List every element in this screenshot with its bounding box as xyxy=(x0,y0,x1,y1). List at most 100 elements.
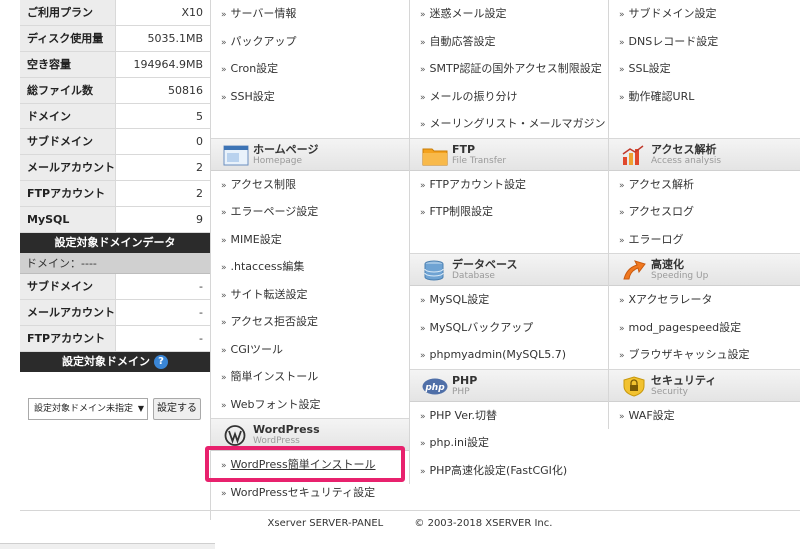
stat-row: FTPアカウント 2 xyxy=(20,181,210,208)
homepage-menu-list: » アクセス制限» エラーページ設定» MIME設定» .htaccess編集» サイト転… xyxy=(211,171,409,419)
menu-link[interactable]: » FTPアカウント設定 xyxy=(410,171,608,199)
menu-link[interactable]: » SMTP認証の国外アクセス制限設定 xyxy=(410,55,608,83)
menu-link[interactable]: » SSL設定 xyxy=(609,55,800,83)
speed-menu-list: » Xアクセラレータ» mod_pagespeed設定» ブラウザキャッシュ設定 xyxy=(609,286,800,369)
folder-icon xyxy=(422,148,448,165)
menu-link-label: エラーログ xyxy=(628,232,684,246)
menu-link-label: アクセス解析 xyxy=(628,177,694,191)
domain-data-table: サブドメイン - メールアカウント - FTPアカウント - xyxy=(20,274,210,352)
section-php: php PHP PHP xyxy=(410,368,608,402)
menu-link[interactable]: » サーバー情報 xyxy=(211,0,409,28)
stat-value: X10 xyxy=(181,6,203,19)
section-database-title: データベース xyxy=(452,258,518,271)
menu-link[interactable]: » サブドメイン設定 xyxy=(609,0,800,28)
menu-link[interactable]: » 簡単インストール xyxy=(211,363,409,391)
php-menu-list: » PHP Ver.切替» php.ini設定» PHP高速化設定(FastCGI化) xyxy=(410,402,608,485)
menu-link[interactable]: » PHP Ver.切替 xyxy=(410,402,608,430)
section-ftp: FTP File Transfer xyxy=(410,137,608,171)
stat-value: - xyxy=(199,280,203,294)
domain-menu-list: » サブドメイン設定» DNSレコード設定» SSL設定» 動作確認URL xyxy=(609,0,800,110)
menu-link[interactable]: » SSH設定 xyxy=(211,83,409,111)
domain-select[interactable]: 設定対象ドメイン未指定 ▼ xyxy=(28,397,148,420)
menu-link[interactable]: » アクセス解析 xyxy=(609,171,800,199)
menu-link[interactable]: » 迷惑メール設定 xyxy=(410,0,608,28)
menu-link-label: 動作確認URL xyxy=(628,89,695,103)
bullet-icon: » xyxy=(619,208,625,218)
section-security: セキュリティ Security xyxy=(609,368,800,402)
menu-link[interactable]: » WAF設定 xyxy=(609,402,800,430)
bullet-icon: » xyxy=(420,439,426,449)
menu-link-label: WordPressセキュリティ設定 xyxy=(230,485,376,499)
bullet-icon: » xyxy=(619,65,625,75)
menu-link-label: Cron設定 xyxy=(230,62,279,75)
menu-link[interactable]: » 自動応答設定 xyxy=(410,28,608,56)
horizontal-scrollbar[interactable] xyxy=(0,543,215,549)
menu-link[interactable]: » mod_pagespeed設定 xyxy=(609,314,800,342)
bullet-icon: » xyxy=(420,351,426,361)
bullet-icon: » xyxy=(221,208,227,218)
bullet-icon: » xyxy=(619,351,625,361)
stat-label: 空き容量 xyxy=(20,51,116,77)
section-ftp-title: FTP xyxy=(452,142,476,156)
menu-link[interactable]: » アクセス拒否設定 xyxy=(211,308,409,336)
bullet-icon: » xyxy=(221,345,227,356)
menu-link-label: phpmyadmin(MySQL5.7) xyxy=(429,348,566,361)
menu-link[interactable]: » Xアクセラレータ xyxy=(609,286,800,314)
bullet-icon: » xyxy=(221,318,227,328)
bullet-icon: » xyxy=(619,411,625,422)
menu-link[interactable]: » PHP高速化設定(FastCGI化) xyxy=(410,457,608,485)
help-icon[interactable]: ? xyxy=(154,354,168,369)
menu-link[interactable]: » サイト転送設定 xyxy=(211,281,409,309)
menu-link[interactable]: » MIME設定 xyxy=(211,226,409,254)
menu-link[interactable]: » MySQL設定 xyxy=(410,286,608,314)
menu-link-label: サーバー情報 xyxy=(230,7,297,20)
database-menu-list: » MySQL設定» MySQLバックアップ» phpmyadmin(MySQL5.7… xyxy=(410,286,608,369)
stat-value: 0 xyxy=(196,135,203,149)
bullet-icon: » xyxy=(221,92,227,103)
menu-link[interactable]: » 動作確認URL xyxy=(609,83,800,111)
section-database: データベース Database xyxy=(410,253,608,286)
footer-brand: Xserver SERVER-PANEL xyxy=(267,518,384,529)
menu-link-label: MIME設定 xyxy=(230,232,282,246)
menu-link[interactable]: » WordPressセキュリティ設定 xyxy=(211,479,409,507)
domain-line: ドメイン：---- xyxy=(20,253,210,275)
bullet-icon: » xyxy=(221,290,227,301)
menu-link[interactable]: » アクセスログ xyxy=(609,198,800,226)
stat-row: ディスク使用量 5035.1MB xyxy=(20,25,210,52)
domain-data-heading: 設定対象ドメインデータ xyxy=(20,233,210,254)
menu-link-label: ブラウザキャッシュ設定 xyxy=(628,348,750,361)
bullet-icon: » xyxy=(619,235,625,246)
stat-label: メールアカウント xyxy=(20,155,116,181)
bullet-icon: » xyxy=(420,37,426,48)
menu-link[interactable]: » Webフォント設定 xyxy=(211,391,409,419)
menu-link[interactable]: » メーリングリスト・メールマガジン xyxy=(410,110,608,138)
menu-link[interactable]: » パックアップ xyxy=(211,28,409,56)
menu-link[interactable]: » php.ini設定 xyxy=(410,429,608,457)
bullet-icon: » xyxy=(221,400,227,411)
menu-link[interactable]: » FTP制限設定 xyxy=(410,198,608,226)
menu-link[interactable]: » エラーページ設定 xyxy=(211,198,409,226)
menu-link[interactable]: » ブラウザキャッシュ設定 xyxy=(609,341,800,369)
wordpress-icon xyxy=(224,425,246,446)
section-database-subtitle: Database xyxy=(452,271,495,281)
stat-value: 5035.1MB xyxy=(147,31,203,45)
menu-link[interactable]: » DNSレコード設定 xyxy=(609,28,800,56)
menu-link[interactable]: » CGIツール xyxy=(211,336,409,364)
empty-cell xyxy=(410,226,608,254)
menu-link-label: FTP制限設定 xyxy=(429,205,494,218)
section-speed-subtitle: Speeding Up xyxy=(651,271,709,281)
menu-link[interactable]: » .htaccess編集 xyxy=(211,253,409,281)
section-access-subtitle: Access analysis xyxy=(651,155,722,166)
menu-link[interactable]: » エラーログ xyxy=(609,226,800,254)
speed-arrow-icon xyxy=(623,260,646,280)
menu-link[interactable]: » Cron設定 xyxy=(211,55,409,83)
section-wordpress-title: WordPress xyxy=(253,423,320,436)
set-domain-button[interactable]: 設定する xyxy=(153,397,201,420)
menu-link[interactable]: » メールの振り分け xyxy=(410,83,608,111)
stat-label: ご利用プラン xyxy=(20,0,116,25)
section-homepage-subtitle: Homepage xyxy=(253,155,303,166)
menu-link[interactable]: » phpmyadmin(MySQL5.7) xyxy=(410,341,608,369)
menu-link[interactable]: » MySQLバックアップ xyxy=(410,314,608,342)
menu-link[interactable]: » アクセス制限 xyxy=(211,171,409,199)
section-security-subtitle: Security xyxy=(651,386,688,397)
